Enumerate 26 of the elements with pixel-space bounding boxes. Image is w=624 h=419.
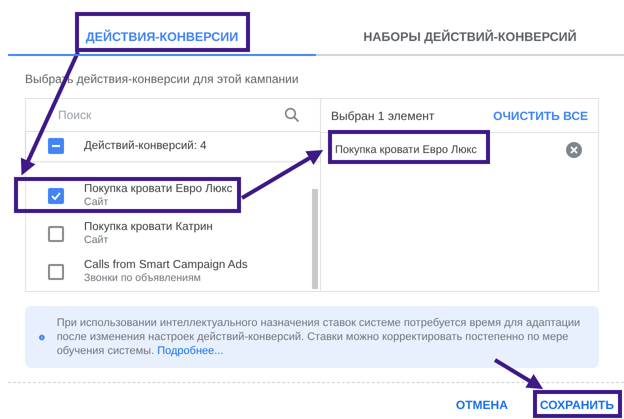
- selected-item: Покупка кровати Евро Люкс: [335, 142, 477, 158]
- checkbox[interactable]: [48, 188, 64, 204]
- check-icon: [50, 190, 62, 202]
- info-text: При использовании интеллектуального назначения ставок системе потребуется время для адаптации после изменения настроек действий-конверсий. Ставки можно корректировать постепенно по мере обучения системы. Подробнее...: [56, 316, 582, 358]
- remove-icon[interactable]: [566, 142, 582, 158]
- item-subtitle: Сайт: [84, 234, 110, 247]
- learn-more-link[interactable]: Подробнее...: [157, 345, 224, 357]
- checkbox[interactable]: [48, 264, 64, 280]
- group-label: Действий-конверсий: 4: [84, 138, 206, 154]
- checkbox[interactable]: [48, 226, 64, 242]
- selected-count: Выбран 1 элемент: [331, 108, 434, 124]
- item-title: Покупка кровати Евро Люкс: [84, 183, 232, 196]
- checkbox[interactable]: [48, 138, 64, 154]
- scrollbar[interactable]: [312, 189, 318, 289]
- item-subtitle: Сайт: [84, 196, 110, 209]
- item-title: Calls from Smart Campaign Ads: [84, 259, 248, 272]
- item-subtitle: Звонки по объявлениям: [84, 272, 202, 285]
- search-field[interactable]: Поиск: [58, 106, 284, 124]
- item-title: Покупка кровати Катрин: [84, 221, 213, 234]
- clear-all-button[interactable]: ОЧИСТИТЬ ВСЕ: [493, 106, 588, 124]
- tab[interactable]: ДЕЙСТВИЯ-КОНВЕРСИИ: [8, 20, 316, 56]
- annotation-arrow: [494, 358, 544, 390]
- tab[interactable]: НАБОРЫ ДЕЙСТВИЙ-КОНВЕРСИЙ: [316, 20, 624, 56]
- cancel-button[interactable]: ОТМЕНА: [450, 393, 514, 417]
- search-icon[interactable]: [284, 106, 300, 123]
- save-button[interactable]: СОХРАНИТЬ: [534, 393, 620, 417]
